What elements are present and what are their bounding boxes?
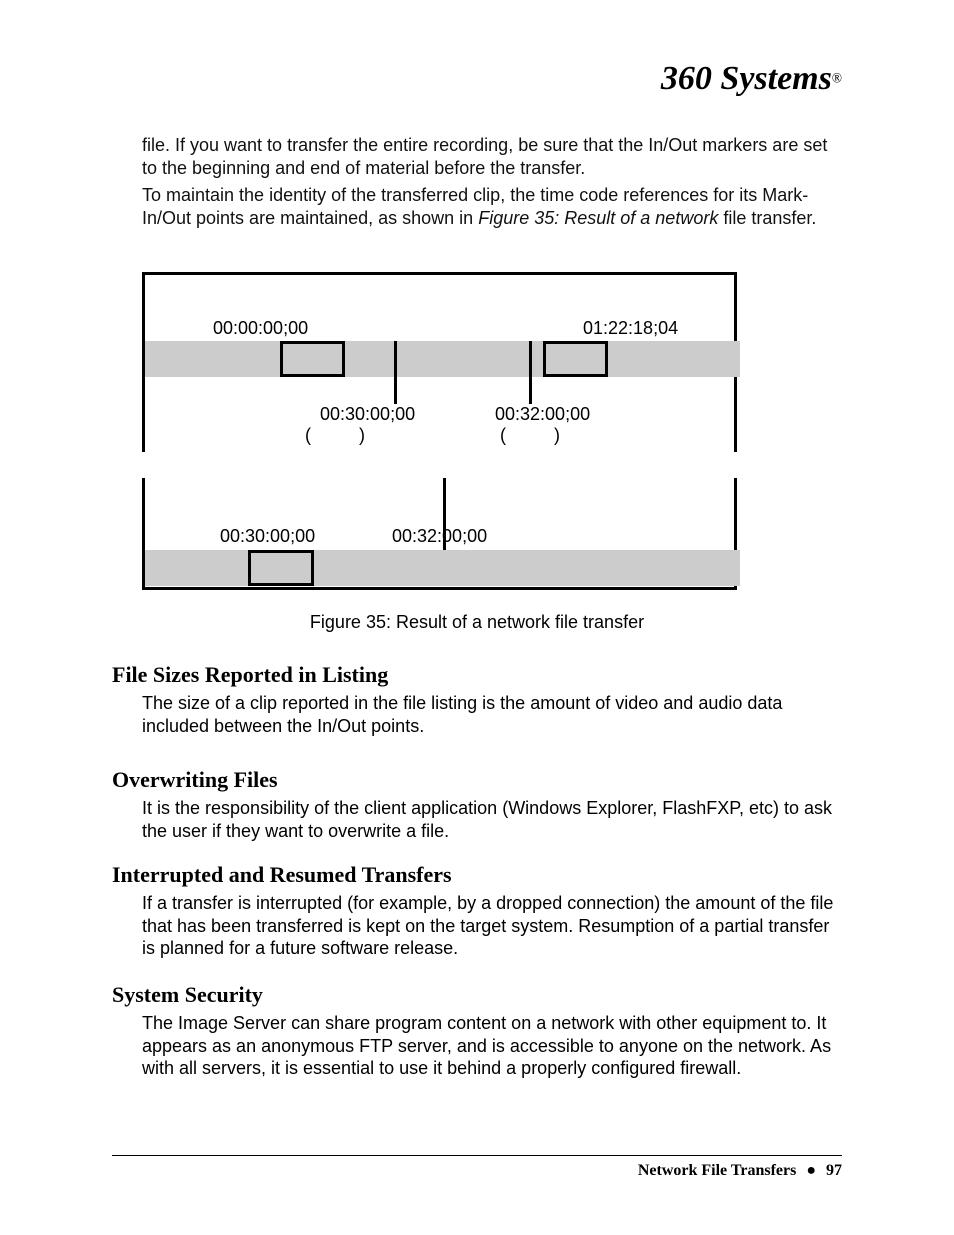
heading-file-sizes: File Sizes Reported in Listing: [112, 662, 388, 688]
heading-overwriting: Overwriting Files: [112, 767, 278, 793]
paren-close: ): [359, 425, 365, 445]
paren-open: (: [305, 425, 311, 445]
intro-paragraph-2b: file transfer.: [718, 208, 816, 228]
footer-page-number: 97: [826, 1162, 842, 1179]
footer-bullet-icon: ●: [806, 1162, 816, 1179]
mark-out-handle: [543, 341, 608, 377]
heading-security: System Security: [112, 982, 263, 1008]
divider-line-1: [394, 341, 397, 404]
label-in-tc: 00:30:00;00: [320, 404, 415, 425]
brand-logo: 360 Systems®: [661, 62, 842, 96]
heading-interrupted: Interrupted and Resumed Transfers: [112, 862, 452, 888]
divider-line-2: [529, 341, 532, 404]
mark-in-handle: [280, 341, 345, 377]
label-mark-out-parens: (): [500, 425, 560, 446]
figure-ref: Figure 35: Result of a network: [478, 208, 718, 228]
footer-title: Network File Transfers: [638, 1162, 796, 1179]
footer-rule: [112, 1155, 842, 1156]
paragraph-security: The Image Server can share program conte…: [142, 1012, 842, 1080]
label-out-tc: 00:32:00;00: [495, 404, 590, 425]
transferred-track: [145, 550, 740, 586]
paragraph-interrupted: If a transfer is interrupted (for exampl…: [142, 892, 842, 960]
label-end-tc: 01:22:18;04: [583, 318, 678, 339]
label-mark-in-parens: (): [305, 425, 365, 446]
label-xfer-in-tc: 00:30:00;00: [220, 526, 315, 547]
paragraph-overwriting: It is the responsibility of the client a…: [142, 797, 842, 842]
transferred-mark-handle: [248, 550, 314, 586]
intro-paragraph-2: To maintain the identity of the transfer…: [142, 184, 842, 229]
page: 360 Systems® file. If you want to transf…: [112, 0, 842, 1235]
brand-logo-mark: ®: [832, 71, 842, 86]
diagram-source-clip: 00:00:00;00 01:22:18;04 00:30:00;00 00:3…: [142, 272, 737, 452]
source-track: [145, 341, 740, 377]
figure-caption-text: Figure 35: Result of a network file tran…: [310, 612, 644, 632]
label-xfer-out-tc: 00:32:00;00: [392, 526, 487, 547]
paragraph-file-sizes: The size of a clip reported in the file …: [142, 692, 842, 737]
intro-paragraph-1: file. If you want to transfer the entire…: [142, 134, 842, 179]
page-footer: Network File Transfers ● 97: [638, 1162, 842, 1180]
figure-caption: Figure 35: Result of a network file tran…: [112, 612, 842, 633]
paren-close: ): [554, 425, 560, 445]
paren-open: (: [500, 425, 506, 445]
figure-35-diagram: 00:00:00;00 01:22:18;04 00:30:00;00 00:3…: [142, 258, 737, 591]
label-start-tc: 00:00:00;00: [213, 318, 308, 339]
brand-logo-text: 360 Systems: [661, 60, 832, 97]
diagram-transferred-clip: 00:30:00;00 00:32:00;00: [142, 478, 737, 590]
